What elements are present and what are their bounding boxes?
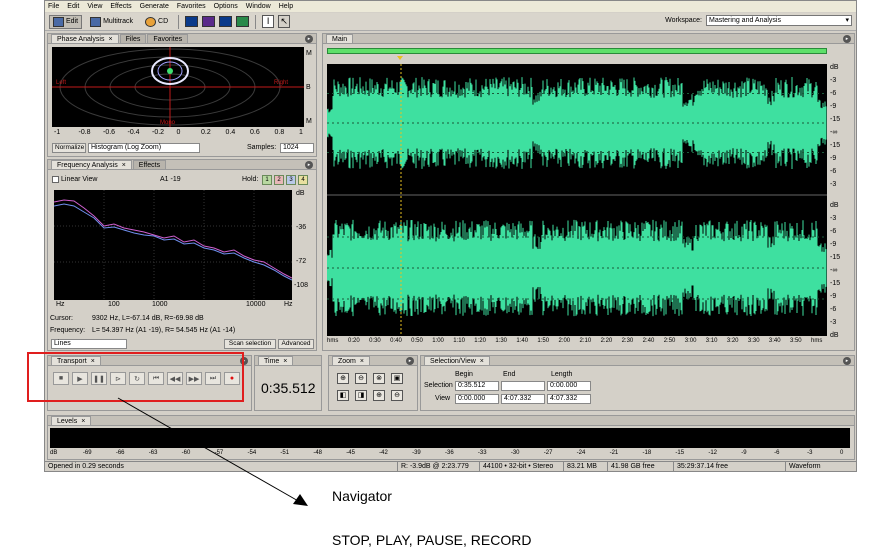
annotation-arrow xyxy=(117,397,308,506)
transport-caption: STOP, PLAY, PAUSE, RECORD xyxy=(332,532,532,548)
navigator-label: Navigator xyxy=(332,488,392,504)
